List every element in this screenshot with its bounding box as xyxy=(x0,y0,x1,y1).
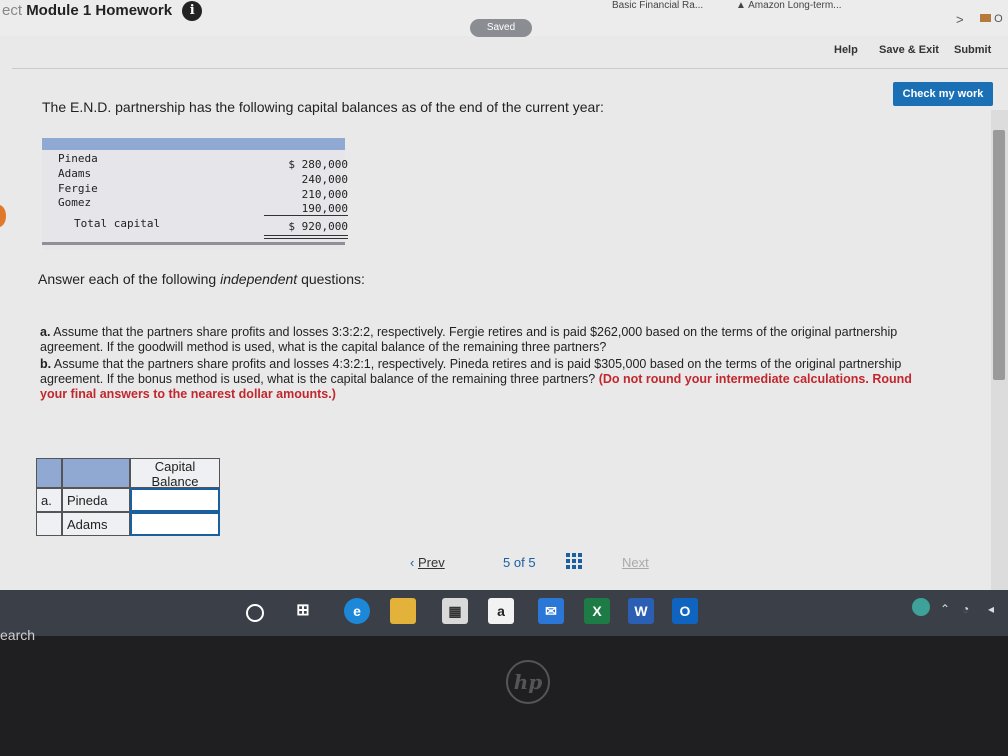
row-part-a: a. xyxy=(41,493,52,508)
adams-capital-input[interactable] xyxy=(130,512,220,536)
bookmark-amazon-label: Amazon Long-term... xyxy=(748,0,842,11)
answer-instructions: Answer each of the following independent… xyxy=(38,271,365,287)
total-rule-1 xyxy=(264,235,348,236)
partner-name: Gomez xyxy=(58,196,92,209)
bookmark-amazon[interactable]: ▲ Amazon Long-term... xyxy=(736,0,842,11)
answer-instructions-prefix: Answer each of the following xyxy=(38,271,221,287)
question-b: b. Assume that the partners share profit… xyxy=(40,357,920,402)
question-a-label: a. xyxy=(40,325,51,339)
question-a-text: Assume that the partners share profits a… xyxy=(40,325,898,354)
row-name-pineda: Pineda xyxy=(67,493,108,508)
page-of: of xyxy=(513,555,525,570)
partner-name: Adams xyxy=(58,167,92,180)
grid-view-icon[interactable] xyxy=(566,553,582,569)
word-icon[interactable]: W xyxy=(628,598,654,624)
capital-balance-header-label: Capital Balance xyxy=(151,459,199,489)
mail-envelope-icon[interactable]: ✉ xyxy=(538,598,564,624)
side-marker xyxy=(0,205,6,227)
start-circle-icon[interactable] xyxy=(246,604,264,622)
partner-amount: $ 280,000 xyxy=(288,158,348,171)
task-view-icon[interactable]: ⊞ xyxy=(290,598,316,624)
row-part-label xyxy=(36,512,62,536)
file-explorer-icon[interactable] xyxy=(390,598,416,624)
answer-instructions-suffix: questions: xyxy=(297,271,365,287)
question-b-label: b. xyxy=(40,357,52,371)
volume-icon[interactable]: ◂ xyxy=(988,602,994,616)
notification-app-icon[interactable] xyxy=(912,598,930,616)
title-prefix: ect xyxy=(2,1,23,19)
assignment-title: Module 1 Homework xyxy=(26,1,173,19)
scrollbar-thumb[interactable] xyxy=(993,130,1005,380)
taskbar: ⊞ e ▦ a ✉ X W O ⌃ ◔ ◂ xyxy=(0,590,1008,636)
outlook-icon[interactable]: O xyxy=(672,598,698,624)
submit-link[interactable]: Submit xyxy=(954,44,991,56)
edge-icon[interactable]: e xyxy=(344,598,370,624)
row-partner-name: Adams xyxy=(62,512,130,536)
prev-label: Prev xyxy=(417,555,445,570)
save-exit-link[interactable]: Save & Exit xyxy=(879,44,939,56)
capital-balance-header: Capital Balance xyxy=(130,458,220,489)
partner-amount: 190,000 xyxy=(301,202,348,215)
page-current: 5 xyxy=(503,555,511,570)
chevron-left-icon: ‹ xyxy=(410,555,415,570)
capital-balances-table: Pineda Adams Fergie Gomez $ 280,000 240,… xyxy=(42,138,348,250)
partner-amount: 240,000 xyxy=(301,173,348,186)
partner-name: Fergie xyxy=(58,182,98,195)
table-header-cell xyxy=(62,458,130,488)
page-title: ect Module 1 Homework i xyxy=(2,1,203,21)
partner-name: Pineda xyxy=(58,152,98,165)
problem-intro: The E.N.D. partnership has the following… xyxy=(42,99,604,115)
row-part-label: a. xyxy=(36,488,62,512)
row-partner-name: Pineda xyxy=(62,488,130,512)
taskbar-search[interactable]: earch xyxy=(0,627,35,643)
total-capital-label: Total capital xyxy=(74,217,161,230)
chevron-right-icon[interactable]: > xyxy=(956,12,964,27)
saved-indicator: Saved xyxy=(470,19,532,37)
bookmark-financial[interactable]: Basic Financial Ra... xyxy=(612,0,703,11)
check-my-work-button[interactable]: Check my work xyxy=(893,82,993,106)
table-bottom-rule xyxy=(42,242,345,245)
folder-icon[interactable]: O xyxy=(980,13,1003,25)
chevron-up-icon[interactable]: ⌃ xyxy=(940,602,950,616)
page-total: 5 xyxy=(528,555,536,570)
subtotal-rule xyxy=(264,215,348,216)
browser-screen: ect Module 1 Homework i Basic Financial … xyxy=(0,0,1008,590)
capital-table-header xyxy=(42,138,345,150)
total-capital-amount: $ 920,000 xyxy=(288,220,348,233)
row-name-adams: Adams xyxy=(67,517,108,532)
help-link[interactable]: Help xyxy=(834,44,858,56)
info-icon[interactable]: i xyxy=(182,1,203,21)
partner-amount: 210,000 xyxy=(301,188,348,201)
wifi-icon[interactable]: ◔ xyxy=(962,602,969,616)
excel-icon[interactable]: X xyxy=(584,598,610,624)
next-button[interactable]: Next xyxy=(622,555,649,570)
total-rule-2 xyxy=(264,238,348,239)
hp-logo: hp xyxy=(506,660,550,704)
question-a: a. Assume that the partners share profit… xyxy=(40,325,920,355)
mail-app-icon[interactable]: a xyxy=(488,598,514,624)
prev-button[interactable]: ‹ Prev xyxy=(410,555,445,570)
store-icon[interactable]: ▦ xyxy=(442,598,468,624)
page-indicator: 5 of 5 xyxy=(503,555,536,570)
pineda-capital-input[interactable] xyxy=(130,488,220,512)
amazon-icon: ▲ xyxy=(736,0,746,11)
header-divider xyxy=(12,68,1008,69)
folder-letter: O xyxy=(994,13,1003,25)
answer-instructions-italic: independent xyxy=(220,271,298,287)
table-header-cell xyxy=(36,458,62,488)
